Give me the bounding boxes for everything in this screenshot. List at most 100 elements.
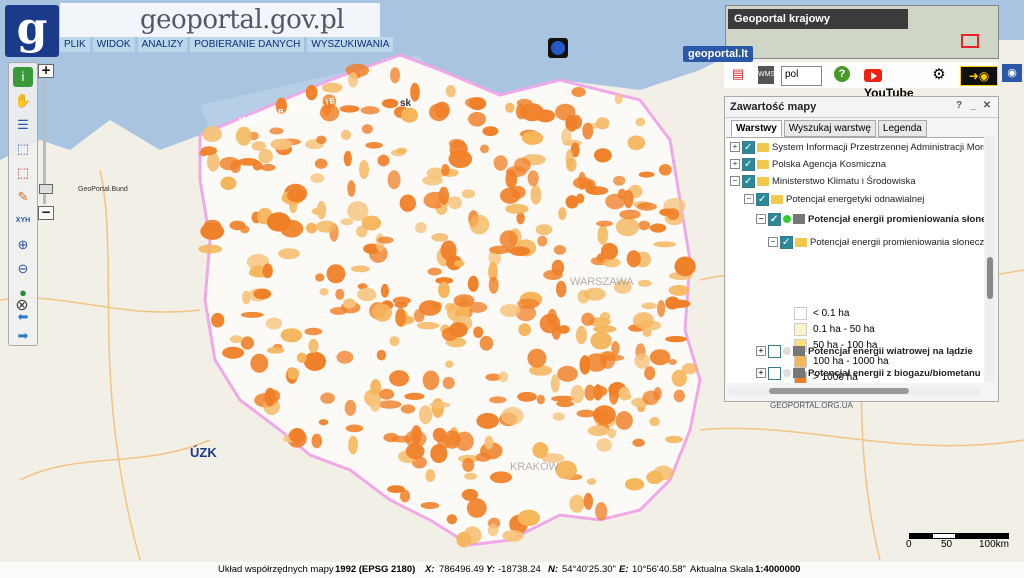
heat-region <box>479 335 494 351</box>
heat-region <box>575 325 587 345</box>
wms-icon[interactable]: WMS <box>758 66 775 84</box>
globe-icon[interactable] <box>548 38 568 58</box>
layer-tree-horizontal-scrollbar[interactable] <box>729 387 979 395</box>
menu-wyszukiwania[interactable]: WYSZUKIWANIA <box>307 37 394 52</box>
xy-coordinates-icon[interactable]: XYH <box>13 211 33 231</box>
layer-checkbox[interactable] <box>742 173 755 190</box>
zoom-plus-button[interactable]: + <box>38 64 54 78</box>
menu-pobieranie-danych[interactable]: POBIERANIE DANYCH <box>190 37 305 52</box>
geoportal-lt-logo[interactable]: geoportal.lt <box>683 46 753 62</box>
city-label-warszawa: WARSZAWA <box>570 276 634 288</box>
no-action-icon[interactable]: ⊗ <box>10 295 34 315</box>
vertical-scroll-thumb[interactable] <box>987 257 993 299</box>
menu-widok[interactable]: WIDOK <box>92 37 135 52</box>
accessibility-icon[interactable]: ⚙ <box>930 66 948 84</box>
panel-minimize-icon[interactable]: _ <box>967 100 979 112</box>
tab-warstwy[interactable]: Warstwy <box>731 120 782 137</box>
layer-checkbox[interactable] <box>768 211 781 228</box>
heat-region <box>219 156 240 171</box>
youtube-link[interactable]: YouTube <box>864 66 918 100</box>
heat-region <box>658 164 672 176</box>
heat-region <box>632 438 645 447</box>
geoportal-bund-logo[interactable]: GeoPortal.Bund <box>78 186 128 193</box>
tab-legenda[interactable]: Legenda <box>877 120 927 137</box>
select-rect-icon[interactable]: ⬚ <box>13 139 33 159</box>
heat-region <box>446 514 458 525</box>
overview-map[interactable]: Geoportal krajowy <box>725 5 999 59</box>
heat-region <box>657 300 666 318</box>
expand-icon[interactable]: + <box>756 346 766 357</box>
layer-panel-title: Zawartość mapy <box>730 101 817 113</box>
info-icon[interactable]: i <box>13 67 33 87</box>
heat-region <box>594 386 608 397</box>
menu-analizy[interactable]: ANALIZY <box>137 37 188 52</box>
heat-region <box>527 170 539 187</box>
heat-region <box>361 215 382 231</box>
layer-group-row[interactable]: + System Informacji Przestrzennej Adminis… <box>730 139 984 156</box>
zoom-slider[interactable]: + − <box>38 64 54 220</box>
visibility-eye-icon[interactable]: ◉ <box>1002 64 1022 82</box>
heat-region <box>665 435 683 444</box>
heat-region <box>454 260 465 267</box>
heat-region <box>582 122 594 140</box>
geoportal-org-logo[interactable]: GEOPORTAL.ORG.UA <box>770 401 853 410</box>
zoom-minus-button[interactable]: − <box>38 206 54 220</box>
layer-group-row[interactable]: + Polska Agencja Kosmiczna <box>730 156 886 173</box>
heat-region <box>229 220 246 231</box>
panel-close-icon[interactable]: ✕ <box>981 100 993 112</box>
zoom-thumb[interactable] <box>39 184 53 194</box>
collapse-icon[interactable]: − <box>768 237 778 248</box>
clear-select-icon[interactable]: ⬚ <box>13 163 33 183</box>
layer-group-row[interactable]: − Potencjał energetyki odnawialnej <box>744 191 924 208</box>
heat-region <box>500 187 521 204</box>
x-label: X: <box>425 564 435 575</box>
pan-hand-icon[interactable]: ✋ <box>13 91 33 111</box>
forward-arrow-icon[interactable]: ➡ <box>13 329 33 343</box>
scale-label: Aktualna Skala <box>690 564 754 575</box>
heat-region <box>262 263 273 279</box>
layer-checkbox[interactable] <box>742 139 755 156</box>
horizontal-scroll-thumb[interactable] <box>769 388 909 394</box>
heat-region <box>314 158 328 169</box>
heat-region <box>476 412 500 429</box>
layer-checkbox[interactable] <box>768 366 781 380</box>
layer-group-row[interactable]: − Ministerstwo Klimatu i Środowiska <box>730 173 916 190</box>
layer-checkbox[interactable] <box>756 191 769 208</box>
zoom-in-icon[interactable]: ⊕ <box>13 235 33 255</box>
panel-help-button[interactable]: ? <box>953 100 965 112</box>
heat-region <box>665 335 687 343</box>
tab-wyszukaj-warstwe[interactable]: Wyszukaj warstwę <box>783 120 876 137</box>
layer-group-row[interactable]: − Potencjał energii promieniowania słonec… <box>768 234 984 251</box>
layer-checkbox[interactable] <box>780 234 793 251</box>
geoportal-logo[interactable]: g <box>5 5 59 57</box>
collapse-icon[interactable]: − <box>756 214 766 225</box>
layer-row[interactable]: − Potencjał energii promieniowania słonec… <box>756 211 984 228</box>
layer-tree-vertical-scrollbar[interactable] <box>985 137 995 382</box>
site-title-box: geoportal.gov.pl <box>60 3 380 37</box>
heat-region <box>379 388 395 400</box>
layer-list-icon[interactable]: ☰ <box>13 115 33 135</box>
heat-region <box>646 470 664 484</box>
heat-region <box>623 189 634 209</box>
zoom-out-icon[interactable]: ⊖ <box>13 259 33 279</box>
layer-checkbox[interactable] <box>742 156 755 173</box>
expand-icon[interactable]: + <box>730 142 740 153</box>
collapse-icon[interactable]: − <box>744 194 754 205</box>
heat-region <box>287 367 300 380</box>
language-select[interactable]: pol <box>781 66 822 86</box>
high-contrast-eye-icon[interactable]: ➜◉ <box>960 66 998 86</box>
menu-plik[interactable]: PLIK <box>60 37 90 52</box>
help-icon[interactable]: ? <box>834 66 850 82</box>
layer-row[interactable]: + Potencjał energii wiatrowej na lądzie <box>756 343 973 360</box>
expand-icon[interactable]: + <box>730 159 740 170</box>
heat-region <box>600 351 616 369</box>
expand-icon[interactable]: + <box>756 368 766 379</box>
print-icon[interactable]: ▤ <box>732 66 748 84</box>
layer-row[interactable]: + Potencjał energii z biogazu/biometanu <box>756 365 981 382</box>
heat-region <box>489 396 507 404</box>
collapse-icon[interactable]: − <box>730 176 740 187</box>
overview-extent-box[interactable] <box>961 34 979 48</box>
pencil-icon[interactable]: ✎ <box>13 187 33 207</box>
uzk-logo[interactable]: ÚZK <box>190 445 217 460</box>
layer-checkbox[interactable] <box>768 344 781 358</box>
